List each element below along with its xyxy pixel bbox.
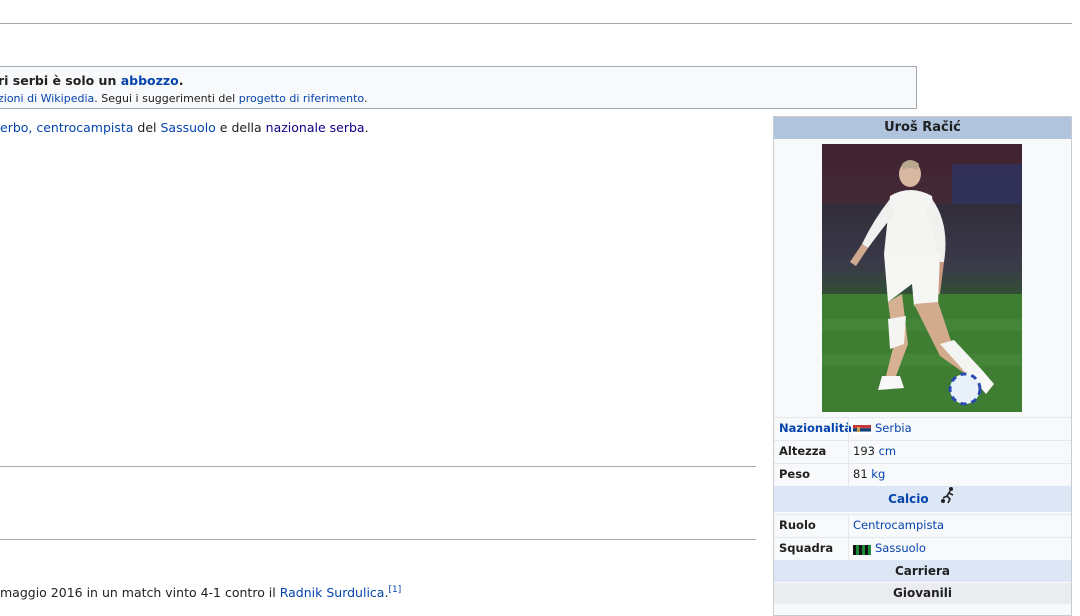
- section-divider: [0, 466, 756, 467]
- infobox-row-weight: Peso 81 kg: [774, 463, 1071, 486]
- infobox-row-nationality: Nazionalità Serbia: [774, 417, 1071, 440]
- infobox-row-role: Ruolo Centrocampista: [774, 514, 1071, 537]
- infobox-row-height: Altezza 193 cm: [774, 440, 1071, 463]
- sassuolo-link[interactable]: Sassuolo: [161, 120, 216, 135]
- infobox-sport-header: Calcio: [774, 486, 1071, 512]
- kg-link[interactable]: kg: [871, 467, 885, 481]
- stub-notice: ri serbi è solo un abbozzo. zioni di Wik…: [0, 66, 917, 109]
- football-pictogram-icon: [939, 486, 957, 513]
- sassuolo-team-link[interactable]: Sassuolo: [875, 541, 926, 555]
- nationality-key-link[interactable]: Nazionalità: [779, 421, 852, 435]
- wikipedia-conventions-link[interactable]: zioni di Wikipedia: [0, 92, 94, 105]
- reference-project-link[interactable]: progetto di riferimento: [239, 92, 364, 105]
- infobox-career-header: Carriera: [774, 560, 1071, 582]
- career-paragraph: maggio 2016 in un match vinto 4-1 contro…: [0, 584, 402, 600]
- header-divider: [0, 23, 1072, 24]
- cm-link[interactable]: cm: [879, 444, 897, 458]
- stub-link[interactable]: abbozzo: [121, 73, 179, 88]
- serbia-link[interactable]: Serbia: [875, 421, 912, 435]
- infobox: Uroš Račić Nazionalità Serbia Altezza 19…: [773, 116, 1072, 616]
- player-photo-illustration: [822, 144, 1022, 412]
- reference-1-link[interactable]: [1]: [388, 585, 401, 595]
- infobox-row-team: Squadra Sassuolo: [774, 537, 1071, 560]
- calcio-link[interactable]: Calcio: [888, 492, 929, 506]
- intro-paragraph: erbo, centrocampista del Sassuolo e dell…: [0, 120, 369, 135]
- infobox-title: Uroš Račić: [774, 117, 1071, 139]
- stub-notice-line1: ri serbi è solo un abbozzo.: [0, 73, 184, 88]
- stub-notice-line2: zioni di Wikipedia. Segui i suggerimenti…: [0, 92, 368, 105]
- midfielder-link[interactable]: erbo, centrocampista: [0, 120, 133, 135]
- radnik-surdulica-link[interactable]: Radnik Surdulica: [280, 585, 385, 600]
- section-divider: [0, 539, 756, 540]
- serbia-flag-icon: [853, 424, 871, 435]
- sassuolo-colors-icon: [853, 544, 871, 555]
- player-photo[interactable]: [822, 144, 1022, 412]
- infobox-youth-header: Giovanili: [774, 583, 1071, 604]
- centrocampista-link[interactable]: Centrocampista: [853, 518, 944, 532]
- national-team-link[interactable]: nazionale serba: [266, 120, 365, 135]
